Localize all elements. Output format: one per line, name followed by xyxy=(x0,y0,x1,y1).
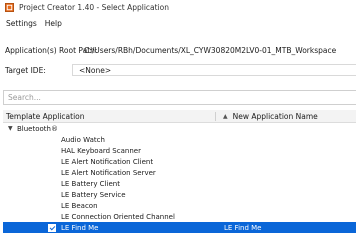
tree-group-label: Bluetooth® xyxy=(17,124,58,133)
tree-item-label: LE Beacon xyxy=(61,201,98,210)
target-ide-select[interactable]: <None> xyxy=(72,64,356,76)
target-ide-label: Target IDE: xyxy=(5,65,46,75)
search-placeholder: Search... xyxy=(8,93,41,102)
search-input[interactable]: Search... xyxy=(3,90,356,105)
tree-item[interactable]: Audio Watch xyxy=(3,134,356,145)
root-path-row: Application(s) Root Path: C:/Users/RBh/D… xyxy=(0,44,356,57)
menu-bar: Settings Help xyxy=(0,15,356,31)
tree-item[interactable]: LE Battery Service xyxy=(3,189,356,200)
tree-item[interactable]: HAL Keyboard Scanner xyxy=(3,145,356,156)
new-application-name-field[interactable]: LE Find Me xyxy=(224,224,261,232)
window-title: Project Creator 1.40 - Select Applicatio… xyxy=(19,3,170,12)
collapse-arrow-icon[interactable]: ▼ xyxy=(8,125,13,132)
tree-item-label: LE Find Me xyxy=(61,223,99,232)
column-header-new-name-label: New Application Name xyxy=(232,111,318,121)
tree-item[interactable]: LE Connection Oriented Channel xyxy=(3,211,356,222)
menu-help[interactable]: Help xyxy=(43,19,64,28)
tree-item-label: LE Alert Notification Client xyxy=(61,157,154,166)
tree-item[interactable]: LE Alert Notification Client xyxy=(3,156,356,167)
tree-item-label: LE Connection Oriented Channel xyxy=(61,212,175,221)
column-separator[interactable] xyxy=(215,112,216,121)
menu-settings[interactable]: Settings xyxy=(4,19,39,28)
tree-group-bluetooth[interactable]: ▼ Bluetooth® xyxy=(3,123,356,134)
sort-up-icon: ▲ xyxy=(223,112,228,120)
grid-header: Template Application ▲ New Application N… xyxy=(3,110,356,123)
tree-item-label: HAL Keyboard Scanner xyxy=(61,146,141,155)
target-ide-value: <None> xyxy=(79,65,112,75)
tree-item[interactable]: LE Alert Notification Server xyxy=(3,167,356,178)
tree-item[interactable]: LE Beacon xyxy=(3,200,356,211)
column-header-template[interactable]: Template Application xyxy=(6,112,85,121)
application-tree: ▼ Bluetooth® Audio Watch HAL Keyboard Sc… xyxy=(3,123,356,248)
title-bar: Project Creator 1.40 - Select Applicatio… xyxy=(0,0,356,15)
tree-item[interactable]: LE Battery Client xyxy=(3,178,356,189)
column-header-new-name[interactable]: ▲ New Application Name xyxy=(223,112,318,121)
project-creator-icon xyxy=(5,3,14,12)
tree-item-label: Audio Watch xyxy=(61,135,105,144)
root-path-field[interactable]: C:/Users/RBh/Documents/XL_CYW30820M2LV0-… xyxy=(84,44,336,57)
target-ide-row: Target IDE: <None> xyxy=(0,62,356,78)
checkbox-checked[interactable] xyxy=(48,224,56,232)
tree-item-label: LE Battery Service xyxy=(61,190,126,199)
tree-item-label: LE Alert Notification Server xyxy=(61,168,156,177)
tree-item-selected[interactable]: LE Find Me LE Find Me xyxy=(3,222,356,233)
tree-item-label: LE Battery Client xyxy=(61,179,120,188)
